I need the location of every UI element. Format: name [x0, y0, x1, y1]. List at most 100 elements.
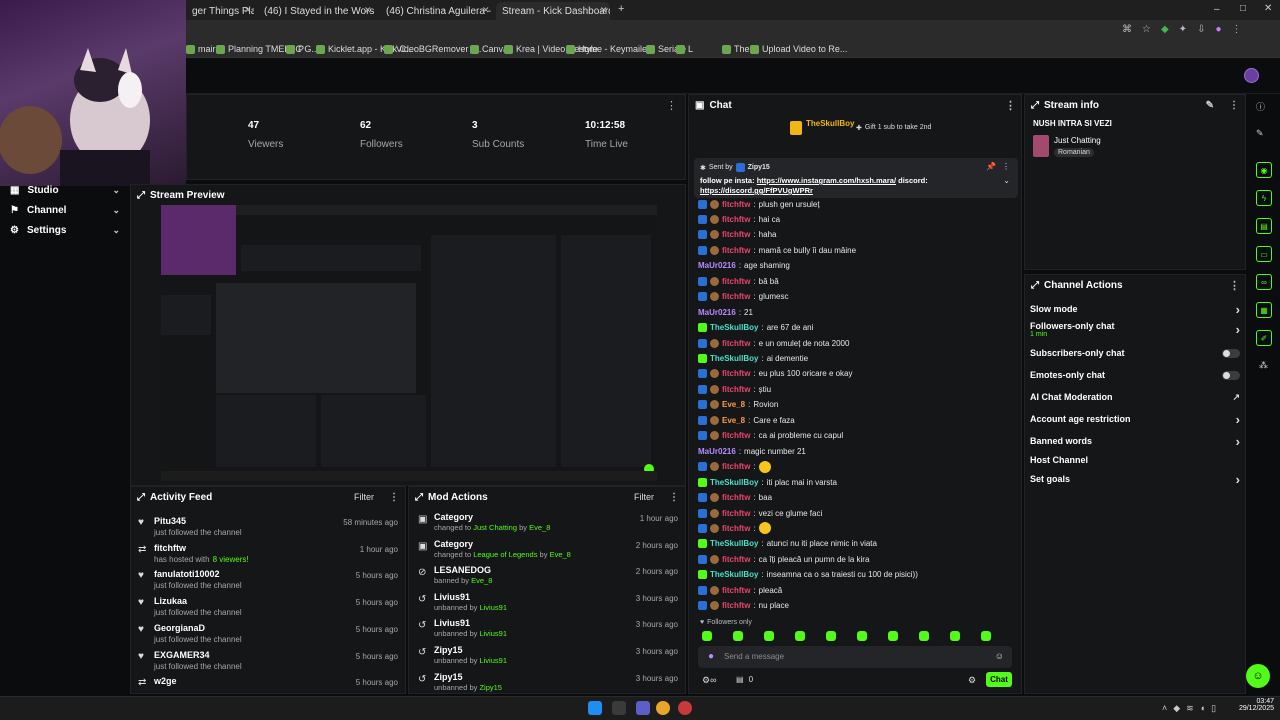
pinned-instagram-link[interactable]: https://www.instagram.com/hxsh.mara/	[757, 176, 896, 185]
expand-icon[interactable]: ⤢	[137, 190, 145, 201]
info-icon[interactable]: ⓘ	[1256, 100, 1265, 113]
gift-sub-button[interactable]: ✚ Gift 1 sub to take 2nd	[856, 124, 931, 132]
category-name[interactable]: Just Chatting	[1054, 136, 1101, 145]
chat-username[interactable]: fitchftw	[722, 462, 750, 471]
chat-username[interactable]: fitchftw	[722, 230, 750, 239]
pinned-menu-icon[interactable]: ⋮	[1002, 162, 1010, 171]
channel-actions-menu-icon[interactable]: ⋮	[1229, 279, 1240, 292]
chat-username[interactable]: TheSkullBoy	[710, 323, 758, 332]
rail-link-icon[interactable]: ∞	[1256, 274, 1272, 290]
close-tab-icon[interactable]: ✕	[364, 5, 372, 16]
channel-action-emotes-only-chat[interactable]: Emotes-only chat	[1030, 366, 1240, 384]
chat-message-input[interactable]: Send a message	[724, 652, 784, 661]
teams-icon[interactable]	[636, 701, 650, 715]
activity-username[interactable]: fitchftw	[154, 543, 186, 553]
close-tab-icon[interactable]: ✕	[482, 5, 490, 16]
rail-store-icon[interactable]: ▦	[1256, 302, 1272, 318]
bookmark-item[interactable]: Home - Keymailer	[566, 44, 650, 54]
chat-username[interactable]: fitchftw	[722, 215, 750, 224]
activity-username[interactable]: GeorgianaD	[154, 623, 205, 633]
chat-username[interactable]: fitchftw	[722, 339, 750, 348]
rail-camera-icon[interactable]: ◉	[1256, 162, 1272, 178]
chat-username[interactable]: fitchftw	[722, 369, 750, 378]
activity-username[interactable]: fanulatoti10002	[154, 569, 220, 579]
bookmark-item[interactable]: VideoBGRemover -...	[384, 44, 481, 54]
close-tab-icon[interactable]: ✕	[600, 5, 608, 16]
expand-icon[interactable]: ⤢	[415, 492, 423, 503]
close-window-icon[interactable]: ✕	[1264, 3, 1272, 14]
chat-username[interactable]: MaUr0216	[698, 447, 736, 456]
browser-tab[interactable]: (46) I Stayed in the Worst Room	[258, 2, 374, 20]
edit-pencil-icon[interactable]: ✎	[1206, 100, 1214, 111]
mod-menu-icon[interactable]: ⋮	[669, 492, 679, 503]
menu-icon[interactable]: ⋮	[1232, 24, 1242, 38]
download-icon[interactable]: ⇩	[1197, 24, 1205, 38]
expand-icon[interactable]: ⤢	[1031, 280, 1039, 291]
chat-username[interactable]: TheSkullBoy	[710, 539, 758, 548]
rail-chat-icon[interactable]: ▭	[1256, 246, 1272, 262]
chat-username[interactable]: fitchftw	[722, 601, 750, 610]
maximize-icon[interactable]: □	[1240, 3, 1246, 14]
chevron-down-icon[interactable]: ⌄	[1003, 176, 1010, 185]
chat-username[interactable]: TheSkullBoy	[710, 478, 758, 487]
unpin-icon[interactable]: 📌	[986, 162, 996, 171]
channel-action-account-age-restriction[interactable]: Account age restriction ›	[1030, 410, 1240, 428]
puzzle-icon[interactable]: ✦	[1179, 24, 1187, 38]
browser-tab[interactable]: Stream - Kick Dashboard	[496, 2, 610, 20]
app-icon[interactable]	[678, 701, 692, 715]
emoji-picker-icon[interactable]: ☺	[995, 651, 1004, 661]
chat-menu-icon[interactable]: ⋮	[1005, 99, 1016, 112]
profile-icon[interactable]: ●	[1215, 24, 1221, 38]
chat-username[interactable]: fitchftw	[722, 292, 750, 301]
stats-menu-icon[interactable]: ⋮	[666, 99, 677, 112]
chat-username[interactable]: fitchftw	[722, 524, 750, 533]
browser-tab[interactable]: (46) Christina Aguilera - Genie	[380, 2, 492, 20]
pencil-icon[interactable]: ✎	[1256, 128, 1264, 139]
rail-tool-icon[interactable]: ✐	[1256, 330, 1272, 346]
sidebar-item-settings[interactable]: ⚙ Settings ⌄	[0, 220, 130, 240]
expand-icon[interactable]: ⤢	[1031, 100, 1039, 111]
chrome-icon[interactable]	[656, 701, 670, 715]
chat-username[interactable]: MaUr0216	[698, 308, 736, 317]
minimize-icon[interactable]: –	[1214, 4, 1220, 15]
chat-username[interactable]: Eve_8	[722, 416, 745, 425]
bookmark-star-icon[interactable]: ☆	[1142, 24, 1151, 38]
channel-action-followers-only-chat[interactable]: Followers-only chat 1 min ›	[1030, 320, 1240, 338]
expand-icon[interactable]: ⤢	[137, 492, 145, 503]
chat-username[interactable]: fitchftw	[722, 385, 750, 394]
emote-quick-bar[interactable]	[702, 631, 1012, 641]
chat-username[interactable]: fitchftw	[722, 200, 750, 209]
sidebar-item-channel[interactable]: ⚑ Channel ⌄	[0, 200, 130, 220]
toggle-switch[interactable]	[1222, 348, 1240, 358]
chat-input-box[interactable]: ● Send a message ☺	[698, 646, 1012, 668]
stream-preview-video[interactable]	[161, 205, 657, 481]
activity-username[interactable]: Lizukaa	[154, 596, 187, 606]
activity-username[interactable]: EXGAMER34	[154, 650, 210, 660]
toggle-switch[interactable]	[1222, 370, 1240, 380]
channel-action-slow-mode[interactable]: Slow mode ›	[1030, 300, 1240, 318]
pinned-discord-link[interactable]: https://discord.gg/FfPVUgWPRr	[700, 186, 813, 195]
user-avatar[interactable]	[1244, 68, 1259, 83]
close-tab-icon[interactable]: ✕	[244, 5, 252, 16]
channel-action-host-channel[interactable]: Host Channel	[1030, 451, 1240, 469]
help-chat-button[interactable]: ☺	[1246, 664, 1270, 688]
channel-action-banned-words[interactable]: Banned words ›	[1030, 432, 1240, 450]
chat-username[interactable]: fitchftw	[722, 246, 750, 255]
bookmark-item[interactable]: Canva	[470, 44, 508, 54]
channel-action-subscribers-only-chat[interactable]: Subscribers-only chat	[1030, 344, 1240, 362]
rail-nodes-icon[interactable]: ⁂	[1259, 360, 1268, 371]
mod-filter-button[interactable]: Filter	[634, 492, 654, 502]
system-tray-icons[interactable]: ˄◆≋◖▯	[1162, 703, 1222, 714]
bookmark-item[interactable]: Upload Video to Re...	[750, 44, 847, 54]
chat-username[interactable]: fitchftw	[722, 277, 750, 286]
channel-action-set-goals[interactable]: Set goals ›	[1030, 470, 1240, 488]
windows-start-icon[interactable]	[588, 701, 602, 715]
sidebar-item-studio[interactable]: ▦ Studio ⌄	[0, 180, 130, 200]
chat-username[interactable]: MaUr0216	[698, 261, 736, 270]
bookmark-item[interactable]: P	[286, 44, 304, 54]
clock[interactable]: 03:47 29/12/2025	[1236, 698, 1274, 712]
chat-settings-icon[interactable]: ⚙	[968, 675, 976, 686]
activity-username[interactable]: w2ge	[154, 676, 177, 686]
activity-menu-icon[interactable]: ⋮	[389, 492, 399, 503]
activity-filter-button[interactable]: Filter	[354, 492, 374, 502]
